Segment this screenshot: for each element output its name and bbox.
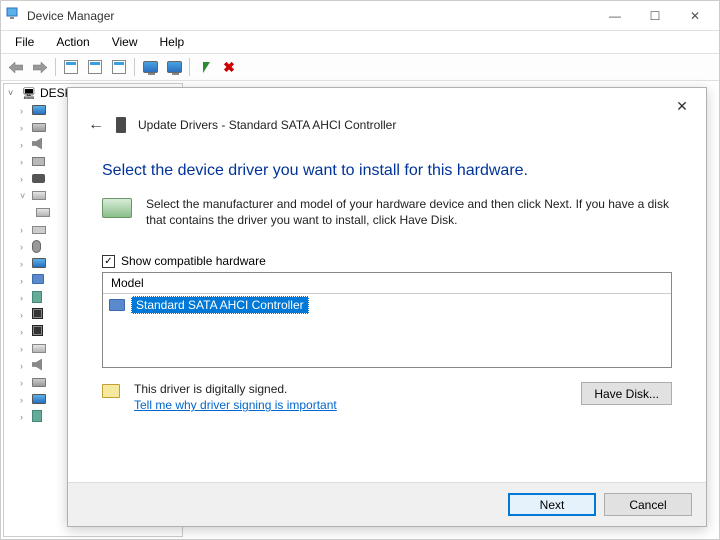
dialog-instruction: Select the manufacturer and model of you… <box>146 196 672 228</box>
help-icon[interactable] <box>108 56 130 78</box>
driver-item-label: Standard SATA AHCI Controller <box>131 296 309 314</box>
back-icon[interactable] <box>5 56 27 78</box>
menu-help[interactable]: Help <box>150 33 195 51</box>
forward-icon[interactable] <box>29 56 51 78</box>
dialog-back-button[interactable]: ← <box>88 116 104 134</box>
menubar: File Action View Help <box>1 31 719 53</box>
hardware-card-icon <box>102 198 132 218</box>
window-title: Device Manager <box>27 9 595 23</box>
model-list[interactable]: Model Standard SATA AHCI Controller <box>102 272 672 368</box>
next-button[interactable]: Next <box>508 493 596 516</box>
close-button[interactable]: ✕ <box>675 1 715 30</box>
dialog-headline: Select the device driver you want to ins… <box>102 162 672 180</box>
titlebar: Device Manager — ☐ ✕ <box>1 1 719 31</box>
update-driver-icon[interactable] <box>194 56 216 78</box>
menu-file[interactable]: File <box>5 33 44 51</box>
toolbar: ✖ <box>1 53 719 81</box>
driver-item-icon <box>109 299 125 311</box>
certificate-icon <box>102 384 120 398</box>
dialog-close-button[interactable]: ✕ <box>664 94 700 118</box>
model-list-item[interactable]: Standard SATA AHCI Controller <box>103 294 671 316</box>
app-icon <box>5 6 21 25</box>
computer-icon: 🖥 <box>22 87 36 100</box>
dialog-header: ← Update Drivers - Standard SATA AHCI Co… <box>68 88 706 138</box>
model-list-header[interactable]: Model <box>103 273 671 294</box>
minimize-button[interactable]: — <box>595 1 635 30</box>
driver-signing-link[interactable]: Tell me why driver signing is important <box>134 398 337 412</box>
content-area: ˅ 🖥 DESKTOP-LDIDKBU › › › › › ˅ › › › › … <box>1 81 719 539</box>
toolbar-separator <box>189 58 190 76</box>
expand-icon[interactable]: ˅ <box>8 88 18 98</box>
device-icon <box>116 117 126 133</box>
menu-action[interactable]: Action <box>46 33 99 51</box>
driver-signed-text: This driver is digitally signed. <box>134 382 337 396</box>
device-manager-window: Device Manager — ☐ ✕ File Action View He… <box>0 0 720 540</box>
compatible-checkbox-label: Show compatible hardware <box>121 254 266 268</box>
properties-icon[interactable] <box>84 56 106 78</box>
cancel-button[interactable]: Cancel <box>604 493 692 516</box>
toolbar-separator <box>55 58 56 76</box>
have-disk-button[interactable]: Have Disk... <box>581 382 672 405</box>
maximize-button[interactable]: ☐ <box>635 1 675 30</box>
menu-view[interactable]: View <box>102 33 148 51</box>
dialog-title: Update Drivers - Standard SATA AHCI Cont… <box>138 118 396 132</box>
add-legacy-icon[interactable] <box>163 56 185 78</box>
uninstall-icon[interactable]: ✖ <box>218 56 240 78</box>
scan-hardware-icon[interactable] <box>139 56 161 78</box>
compatible-checkbox[interactable]: ✓ <box>102 255 115 268</box>
dialog-footer: Next Cancel <box>68 482 706 526</box>
show-hidden-icon[interactable] <box>60 56 82 78</box>
toolbar-separator <box>134 58 135 76</box>
compatible-checkbox-row[interactable]: ✓ Show compatible hardware <box>102 254 672 268</box>
dialog-body: Select the device driver you want to ins… <box>68 138 706 482</box>
update-drivers-dialog: ✕ ← Update Drivers - Standard SATA AHCI … <box>67 87 707 527</box>
